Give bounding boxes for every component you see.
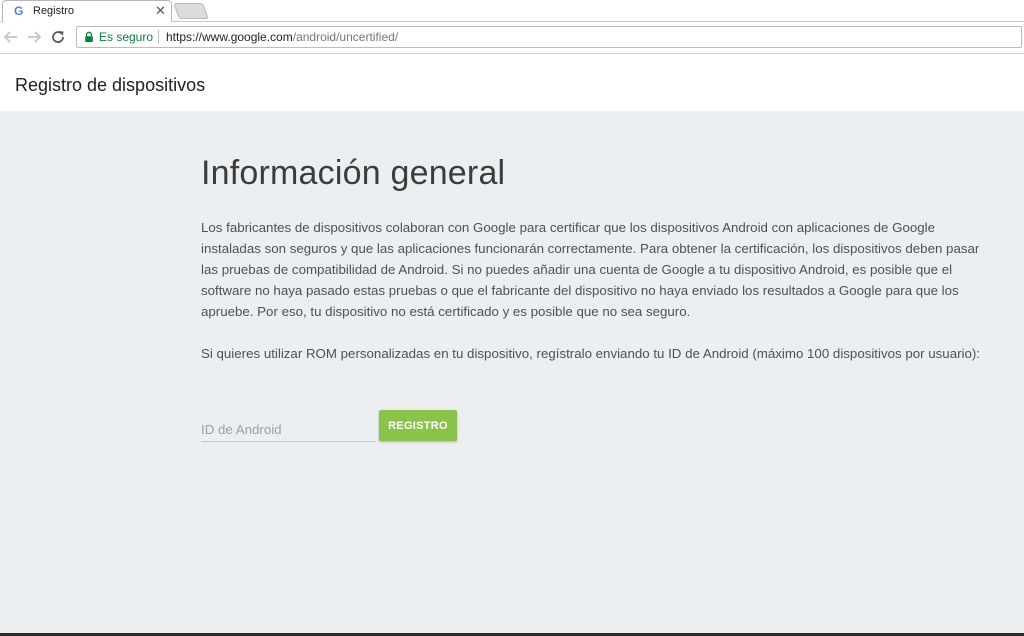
browser-toolbar: Es seguro https://www.google.com/android…	[0, 22, 1024, 54]
tab-title: Registro	[33, 5, 74, 17]
reload-icon[interactable]	[50, 29, 66, 45]
url-path: /android/uncertified/	[292, 30, 399, 44]
secure-label[interactable]: Es seguro	[99, 30, 153, 44]
new-tab-button[interactable]	[173, 3, 209, 19]
url-text[interactable]: https://www.google.com/android/uncertifi…	[166, 30, 398, 44]
tab-strip: G Registro ✕	[0, 0, 1024, 22]
url-host: https://www.google.com	[166, 30, 293, 44]
register-button[interactable]: REGISTRO	[379, 410, 457, 441]
omnibox-separator	[158, 30, 159, 44]
browser-tab[interactable]: G Registro ✕	[2, 0, 172, 22]
page-header: Registro de dispositivos	[0, 55, 1024, 111]
intro-paragraph: Los fabricantes de dispositivos colabora…	[201, 220, 980, 319]
address-bar[interactable]: Es seguro https://www.google.com/android…	[76, 26, 1022, 48]
instructions-paragraph: Si quieres utilizar ROM personalizadas e…	[201, 346, 980, 361]
main-content: Información general Los fabricantes de d…	[0, 111, 1024, 636]
google-favicon-icon: G	[14, 4, 24, 18]
page-title: Información general	[201, 154, 506, 192]
arrow-right-icon[interactable]	[26, 29, 42, 45]
android-id-input[interactable]	[201, 417, 376, 442]
tab-close-icon[interactable]: ✕	[155, 4, 166, 18]
lock-icon	[85, 31, 93, 42]
arrow-left-icon[interactable]	[3, 29, 19, 45]
browser-window: G Registro ✕ Es seguro https://www.googl…	[0, 0, 1024, 636]
page-header-title: Registro de dispositivos	[15, 75, 206, 95]
